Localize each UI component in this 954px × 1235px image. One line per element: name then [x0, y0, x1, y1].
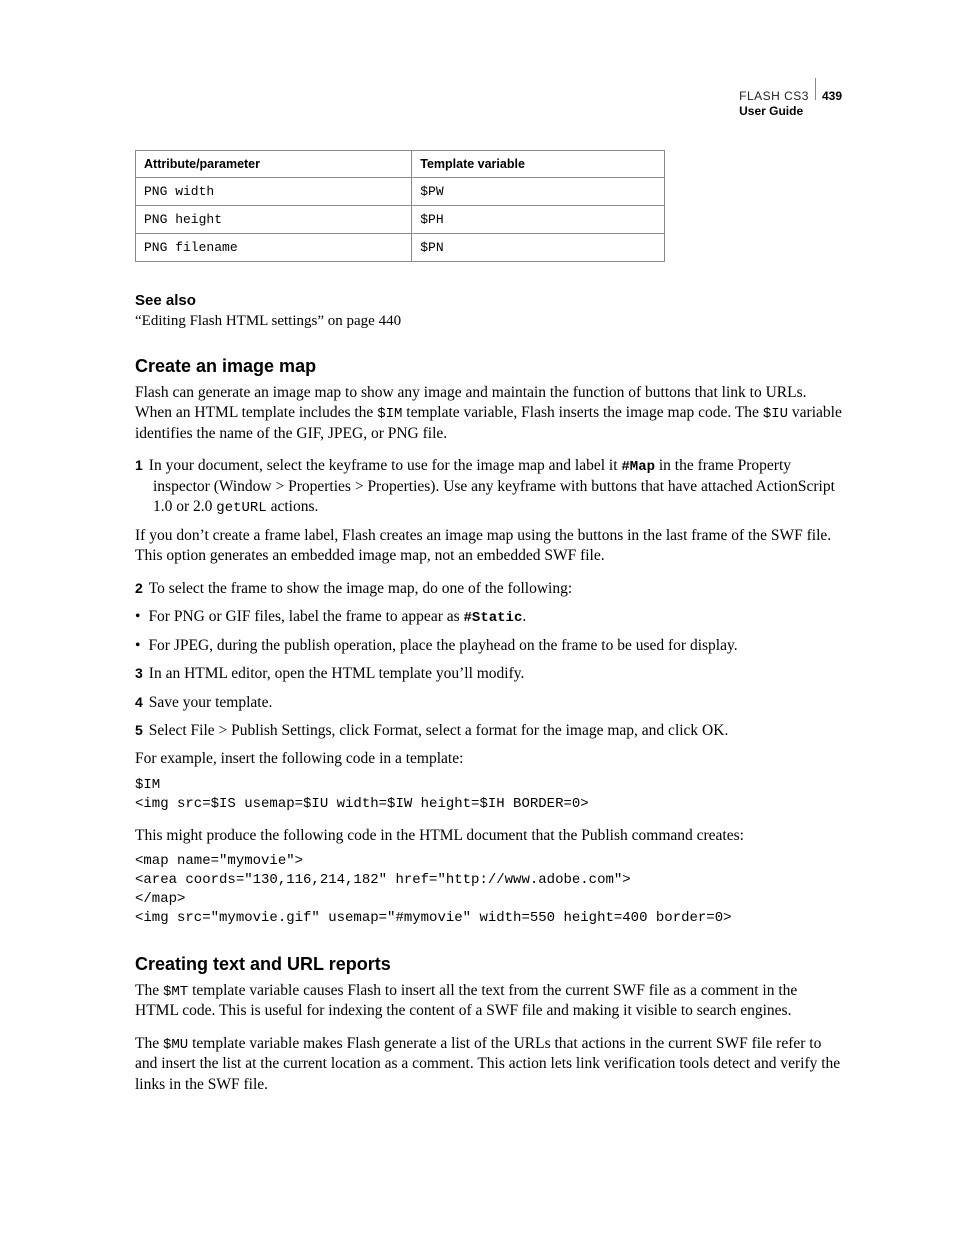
step-number: 2 — [135, 580, 149, 596]
text: . — [522, 608, 526, 625]
table-row: PNG filename $PN — [136, 234, 665, 262]
inline-code: getURL — [216, 500, 266, 516]
text: In an HTML editor, open the HTML templat… — [149, 665, 525, 682]
table-header-row: Attribute/parameter Template variable — [136, 151, 665, 178]
text: The — [135, 1035, 163, 1052]
inline-code: $IU — [763, 406, 788, 422]
bullet-dot: • — [135, 608, 148, 625]
step-3: 3In an HTML editor, open the HTML templa… — [135, 664, 844, 684]
example-lead-2: This might produce the following code in… — [135, 826, 844, 846]
cell-var: $PN — [412, 234, 665, 262]
code-block-2: <map name="mymovie"> <area coords="130,1… — [135, 852, 844, 928]
inline-code: $MU — [163, 1037, 188, 1053]
page-number: 439 — [822, 89, 842, 104]
step-5: 5Select File > Publish Settings, click F… — [135, 721, 844, 741]
text: Select File > Publish Settings, click Fo… — [149, 722, 729, 739]
inline-code: #Map — [621, 459, 655, 475]
template-variable-table: Attribute/parameter Template variable PN… — [135, 150, 665, 262]
running-header: FLASH CS3 439 User Guide — [739, 78, 842, 119]
inline-code: #Static — [464, 610, 523, 626]
th-attribute: Attribute/parameter — [136, 151, 412, 178]
intro-paragraph: Flash can generate an image map to show … — [135, 383, 844, 444]
text: template variable causes Flash to insert… — [135, 982, 797, 1019]
inline-code: $MT — [163, 984, 188, 1000]
step-number: 4 — [135, 694, 149, 710]
header-divider — [815, 78, 816, 100]
cell-attr: PNG width — [136, 178, 412, 206]
cell-var: $PH — [412, 206, 665, 234]
bullet-dot: • — [135, 637, 148, 654]
text: template variable, Flash inserts the ima… — [402, 404, 762, 421]
content: Attribute/parameter Template variable PN… — [135, 150, 844, 1095]
note-paragraph: If you don’t create a frame label, Flash… — [135, 526, 844, 567]
text: To select the frame to show the image ma… — [149, 580, 572, 597]
step-2: 2To select the frame to show the image m… — [135, 579, 844, 599]
header-subtitle: User Guide — [739, 104, 842, 119]
section-heading-image-map: Create an image map — [135, 356, 844, 377]
reports-paragraph-2: The $MU template variable makes Flash ge… — [135, 1034, 844, 1095]
inline-code: $IM — [377, 406, 402, 422]
text: template variable makes Flash generate a… — [135, 1035, 840, 1093]
text: The — [135, 982, 163, 999]
page: FLASH CS3 439 User Guide Attribute/param… — [0, 0, 954, 1187]
cell-attr: PNG filename — [136, 234, 412, 262]
cell-attr: PNG height — [136, 206, 412, 234]
step-4: 4Save your template. — [135, 693, 844, 713]
example-lead: For example, insert the following code i… — [135, 749, 844, 769]
bullet-item: •For PNG or GIF files, label the frame t… — [135, 607, 844, 627]
text: Save your template. — [149, 694, 273, 711]
th-template-variable: Template variable — [412, 151, 665, 178]
step-number: 1 — [135, 457, 149, 473]
see-also-link[interactable]: “Editing Flash HTML settings” on page 44… — [135, 313, 844, 330]
bullet-item: •For JPEG, during the publish operation,… — [135, 636, 844, 656]
cell-var: $PW — [412, 178, 665, 206]
table-row: PNG width $PW — [136, 178, 665, 206]
section-heading-reports: Creating text and URL reports — [135, 954, 844, 975]
text: In your document, select the keyframe to… — [149, 457, 622, 474]
step-1: 1In your document, select the keyframe t… — [135, 456, 844, 517]
text: actions. — [267, 498, 319, 515]
step-number: 3 — [135, 665, 149, 681]
product-name: FLASH CS3 — [739, 89, 809, 104]
table-row: PNG height $PH — [136, 206, 665, 234]
code-block-1: $IM <img src=$IS usemap=$IU width=$IW he… — [135, 776, 844, 814]
reports-paragraph-1: The $MT template variable causes Flash t… — [135, 981, 844, 1022]
text: For JPEG, during the publish operation, … — [148, 637, 737, 654]
text: For PNG or GIF files, label the frame to… — [148, 608, 463, 625]
step-number: 5 — [135, 722, 149, 738]
see-also-heading: See also — [135, 292, 844, 309]
